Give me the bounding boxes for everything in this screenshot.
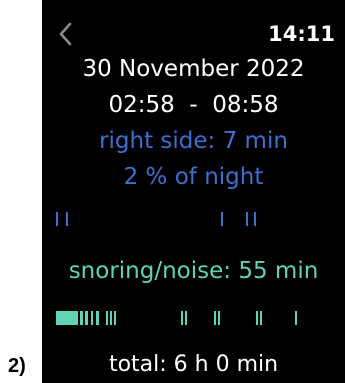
snoring-mark — [185, 311, 187, 325]
right-side-timeline — [56, 212, 256, 226]
snoring-mark — [114, 311, 116, 325]
right-side-mark — [246, 212, 248, 226]
right-side-mark — [221, 212, 223, 226]
right-side-mark — [254, 212, 256, 226]
snoring-mark — [110, 311, 112, 325]
snoring-mark — [85, 311, 88, 325]
snoring-timeline — [56, 311, 297, 325]
snoring-mark — [295, 311, 297, 325]
snoring-mark — [106, 311, 108, 325]
snoring-mark — [80, 311, 83, 325]
snoring-mark — [260, 311, 262, 325]
snoring-mark — [256, 311, 258, 325]
right-side-mark — [56, 212, 58, 226]
watch-screen: 14:11 30 November 2022 02:58 - 08:58 rig… — [42, 0, 345, 383]
snoring-mark — [181, 311, 183, 325]
snoring-mark — [96, 311, 99, 325]
snoring-duration: snoring/noise: 55 min — [68, 258, 319, 284]
snoring-mark — [214, 311, 216, 325]
right-side-mark — [66, 212, 68, 226]
snoring-mark — [91, 311, 93, 325]
figure-label: 2) — [8, 355, 26, 377]
total-duration: total: 6 h 0 min — [108, 352, 279, 377]
snoring-mark — [56, 311, 78, 325]
snoring-mark — [218, 311, 220, 325]
event-timelines — [56, 212, 297, 325]
